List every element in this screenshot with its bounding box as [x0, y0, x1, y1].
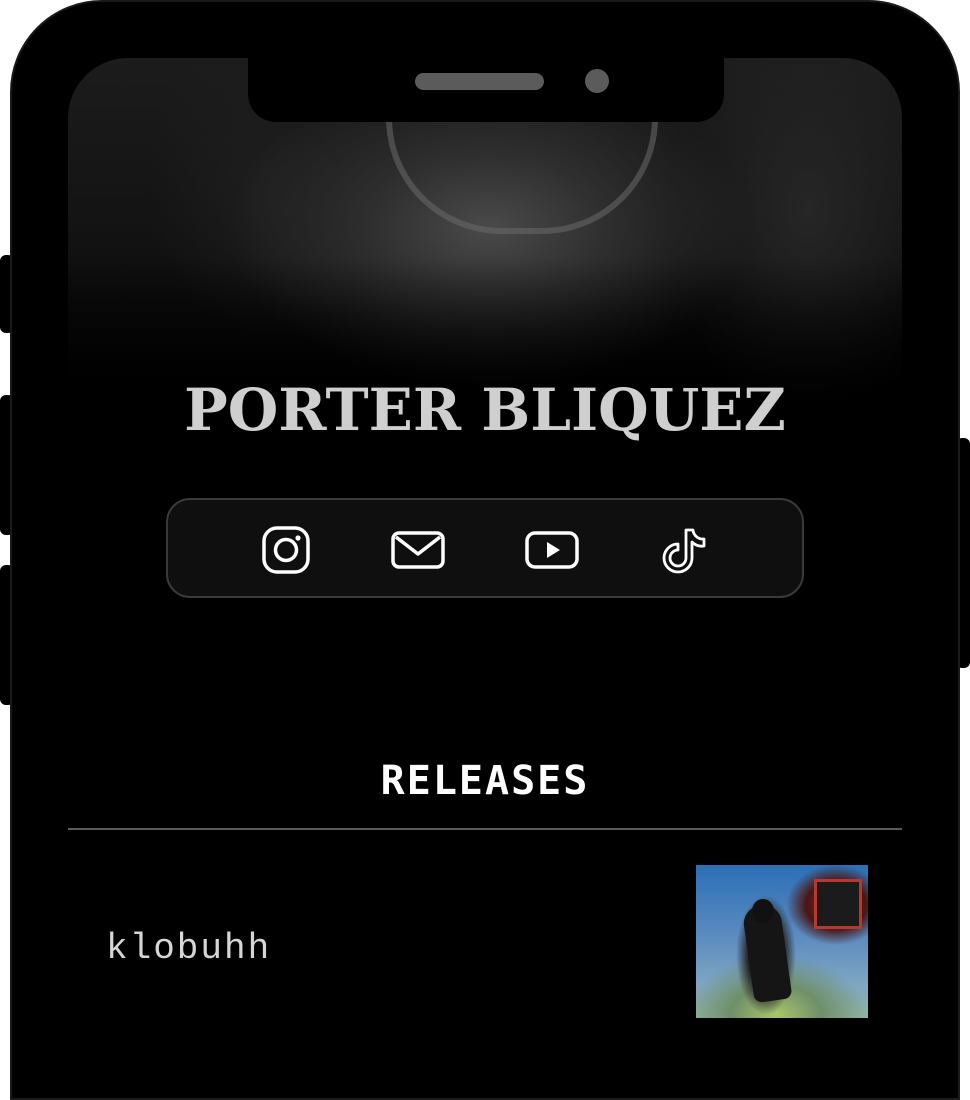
mail-icon — [391, 531, 445, 569]
phone-screen: PORTER BLIQUEZ RELEASES klobuhh — [68, 58, 902, 1018]
phone-notch — [248, 58, 724, 122]
youtube-link[interactable] — [524, 522, 580, 578]
tiktok-link[interactable] — [656, 522, 712, 578]
releases-heading: RELEASES — [380, 758, 590, 804]
instagram-link[interactable] — [258, 522, 314, 578]
tiktok-icon — [662, 528, 706, 574]
earpiece-speaker — [415, 73, 544, 90]
album-cover-figure-head — [752, 899, 774, 923]
release-item[interactable]: klobuhh — [68, 830, 902, 1018]
hero-photo-shirt-collar — [386, 118, 658, 234]
email-link[interactable] — [390, 522, 446, 578]
social-links-bar — [166, 498, 804, 598]
artist-name: PORTER BLIQUEZ — [184, 376, 786, 444]
front-camera — [585, 69, 609, 93]
release-title: klobuhh — [106, 928, 272, 969]
instagram-icon — [262, 526, 310, 574]
album-cover-sign — [814, 879, 862, 929]
youtube-icon — [525, 531, 579, 569]
album-cover-image — [696, 865, 868, 1018]
